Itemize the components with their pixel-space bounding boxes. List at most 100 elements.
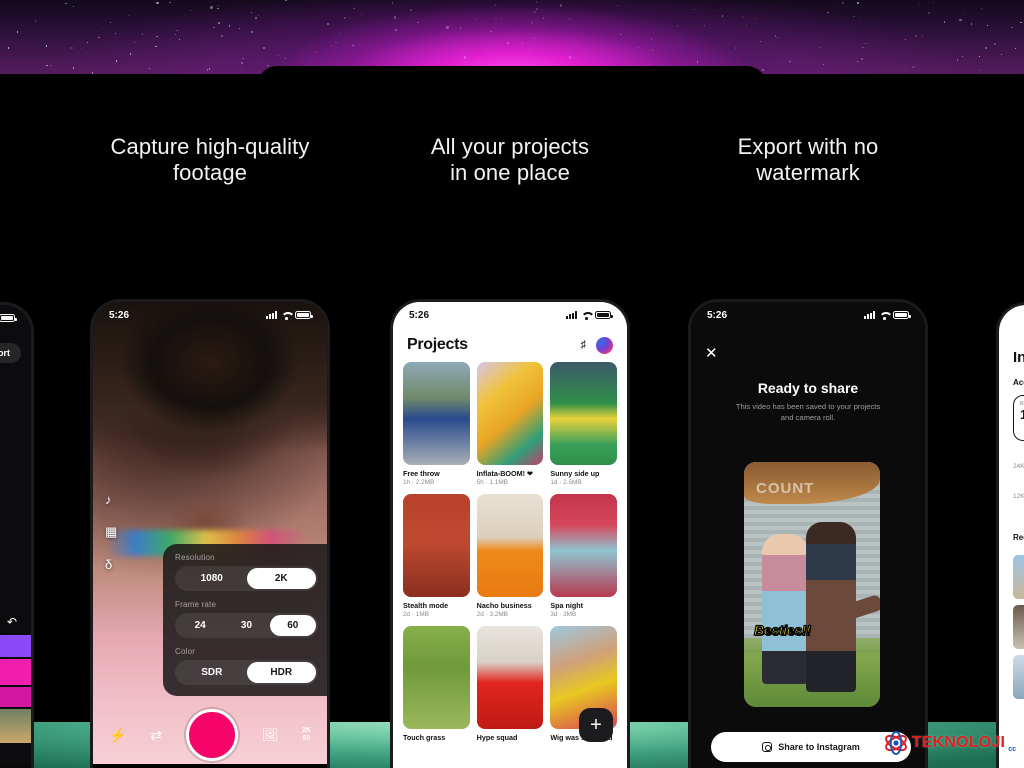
color-option-hdr[interactable]: HDR — [247, 662, 317, 683]
close-icon[interactable]: ✕ — [705, 344, 718, 362]
project-card[interactable]: Spa night 3d · 3MB — [550, 494, 617, 618]
wifi-icon — [879, 311, 889, 319]
share-subtitle: This video has been saved to your projec… — [691, 401, 925, 423]
tab-bar-camera[interactable]: ◉ ▦ 📊 — [93, 764, 327, 768]
undo-icon[interactable]: ↶ — [7, 615, 17, 629]
editor-toolbar-left[interactable]: Edit Sound — [0, 763, 31, 768]
project-thumbnail[interactable] — [477, 626, 544, 729]
record-button[interactable] — [186, 709, 238, 761]
timeline-track-text[interactable]: Text — [0, 687, 31, 707]
project-card[interactable]: Touch grass — [403, 626, 470, 743]
status-bar-camera: 5:26 — [93, 302, 327, 328]
battery-icon — [0, 314, 15, 322]
signal-icon — [266, 311, 277, 319]
project-name: Touch grass — [403, 733, 470, 742]
project-name: Spa night — [550, 601, 617, 610]
account-section-label: Acc — [1013, 378, 1024, 387]
frame-rate-segmented-control[interactable]: 24 30 60 — [175, 613, 318, 638]
wifi-icon — [281, 311, 291, 319]
camera-side-tools: ♪ ▦ δ — [105, 492, 117, 572]
project-thumbnail[interactable] — [550, 494, 617, 597]
timeline-track-video[interactable]: Video — [0, 635, 31, 657]
project-card[interactable]: Sunny side up 1d · 2.5MB — [550, 362, 617, 486]
color-option-sdr[interactable]: SDR — [177, 662, 247, 683]
resolution-label: Resolution — [175, 553, 318, 562]
project-thumbnail[interactable] — [477, 362, 544, 465]
resolution-option-2k[interactable]: 2K — [247, 568, 317, 589]
tab-bar-projects[interactable]: ◉ ▦ 📊 — [393, 764, 627, 768]
project-card[interactable]: Stealth mode 2d · 1MB — [403, 494, 470, 618]
new-project-fab[interactable]: + — [579, 708, 613, 742]
resolution-option-1080[interactable]: 1080 — [177, 568, 247, 589]
video-sign-text: COUNT — [756, 480, 814, 497]
main-canvas: Capture high-quality footage All your pr… — [0, 74, 1024, 722]
project-thumbnail[interactable] — [550, 362, 617, 465]
project-name: Stealth mode — [403, 601, 470, 610]
share-screen: 5:26 ✕ Ready to share This video has bee… — [691, 302, 925, 768]
status-indicators — [0, 314, 15, 322]
quality-fps: 60 — [303, 735, 311, 742]
gallery-icon[interactable]: 🖼 — [262, 727, 279, 743]
status-time: 5:26 — [409, 310, 429, 321]
screenshot-root: Capture high-quality footage All your pr… — [0, 0, 1024, 768]
status-indicators — [566, 311, 611, 319]
battery-icon — [595, 311, 611, 319]
frame-rate-option-24[interactable]: 24 — [177, 615, 223, 636]
battery-icon — [295, 311, 311, 319]
projects-grid: Free throw 1h · 2.2MB Inflata-BOOM! ❤ 5h · … — [393, 362, 627, 743]
flip-camera-icon[interactable]: ⇄ — [150, 727, 162, 744]
resolution-segmented-control[interactable]: 1080 2K — [175, 566, 318, 591]
status-bar-share: 5:26 — [691, 302, 925, 328]
heading-capture: Capture high-quality footage — [90, 134, 330, 186]
project-meta: 2d · 1MB — [403, 611, 470, 618]
reel-thumb[interactable] — [1013, 655, 1024, 699]
instagram-title: Ins — [1013, 349, 1024, 366]
frame-rate-label: Frame rate — [175, 600, 318, 609]
color-segmented-control[interactable]: SDR HDR — [175, 660, 318, 685]
status-indicators — [864, 311, 909, 319]
beautify-icon[interactable]: δ — [105, 557, 117, 572]
export-button[interactable]: ort — [0, 343, 21, 363]
reach-stat-card[interactable]: Re 1' — [1013, 395, 1024, 441]
phone-right-partial: Ins Acc Re 1' 24K 12K Ree — [996, 302, 1024, 768]
music-note-icon[interactable]: ♪ — [105, 492, 117, 507]
timeline-track-clip[interactable] — [0, 709, 31, 743]
projects-header: Projects ♯ — [393, 328, 627, 362]
project-meta: 1d · 2.5MB — [550, 479, 617, 486]
quality-badge[interactable]: 2K 60 — [302, 727, 311, 743]
status-time: 5:26 — [109, 310, 129, 321]
project-meta: 3d · 3MB — [550, 611, 617, 618]
flash-icon[interactable]: ⚡ — [109, 727, 126, 744]
project-name: Inflata-BOOM! ❤ — [477, 469, 544, 478]
project-name: Nacho business — [477, 601, 544, 610]
project-card[interactable]: Free throw 1h · 2.2MB — [403, 362, 470, 486]
battery-icon — [893, 311, 909, 319]
status-time: 5:26 — [707, 310, 727, 321]
frame-rate-option-30[interactable]: 30 — [223, 615, 269, 636]
share-to-instagram-button[interactable]: Share to Instagram — [711, 732, 911, 762]
camera-settings-panel[interactable]: Resolution 1080 2K Frame rate 24 30 60 C… — [163, 544, 327, 696]
reels-section-label: Ree — [1013, 533, 1024, 542]
profile-avatar[interactable] — [596, 337, 613, 354]
project-thumbnail[interactable] — [403, 626, 470, 729]
sort-filter-icon[interactable]: ♯ — [581, 339, 587, 351]
camera-controls: ⚡ ⇄ 🖼 2K 60 — [93, 700, 327, 768]
timeline-track-audio[interactable]: Audio — [0, 659, 31, 685]
effects-grid-icon[interactable]: ▦ — [105, 524, 117, 540]
status-bar-right — [999, 305, 1024, 331]
project-thumbnail[interactable] — [403, 362, 470, 465]
video-preview[interactable]: COUNT Besties!! — [744, 462, 880, 707]
project-thumbnail[interactable] — [403, 494, 470, 597]
frame-rate-option-60[interactable]: 60 — [270, 615, 316, 636]
camera-viewfinder[interactable] — [93, 302, 327, 768]
project-meta: 5h · 1.1MB — [477, 479, 544, 486]
share-button-label: Share to Instagram — [778, 742, 860, 752]
project-thumbnail[interactable] — [477, 494, 544, 597]
share-title: Ready to share — [691, 380, 925, 396]
reel-thumb[interactable] — [1013, 605, 1024, 649]
project-card[interactable]: Hype squad — [477, 626, 544, 743]
project-card[interactable]: Nacho business 2d · 3.2MB — [477, 494, 544, 618]
reel-thumb[interactable] — [1013, 555, 1024, 599]
project-card[interactable]: Inflata-BOOM! ❤ 5h · 1.1MB — [477, 362, 544, 486]
project-name: Hype squad — [477, 733, 544, 742]
